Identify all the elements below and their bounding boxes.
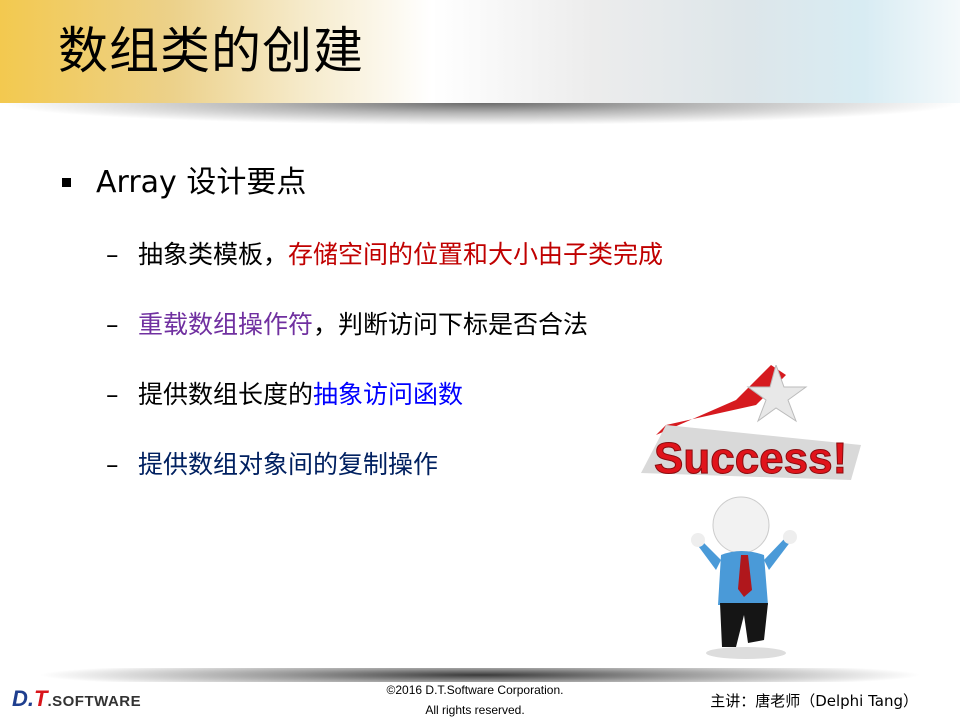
text-part-highlight: 存储空间的位置和大小由子类完成 (288, 240, 664, 269)
main-bullet: Array 设计要点 (96, 165, 307, 200)
lecturer-credit: 主讲：唐老师（Delphi Tang） (710, 692, 918, 710)
text-part: 抽象类模板， (138, 240, 289, 269)
sub-item-4: – 提供数组对象间的复制操作 (106, 448, 438, 482)
sub-item-3: – 提供数组长度的抽象访问函数 (106, 378, 463, 412)
header-divider (0, 103, 960, 125)
text-part-highlight: 重载数组操作符 (138, 310, 314, 339)
sub-item-1: – 抽象类模板，存储空间的位置和大小由子类完成 (106, 238, 663, 272)
dash: – (106, 450, 119, 479)
text-part-highlight: 提供数组对象间的复制操作 (138, 450, 439, 479)
dash: – (106, 310, 119, 339)
square-bullet-icon (62, 178, 71, 187)
success-figure-icon: Success! (641, 365, 861, 659)
text-part-highlight: 抽象访问函数 (313, 380, 464, 409)
copyright-line-2: All rights reserved. (425, 703, 525, 717)
slide-header: 数组类的创建 (0, 0, 960, 103)
copyright-line-1: ©2016 D.T.Software Corporation. (386, 683, 564, 697)
text-part: 提供数组长度的 (138, 380, 314, 409)
success-word: Success! (654, 434, 847, 483)
sub-item-2: – 重载数组操作符，判断访问下标是否合法 (106, 308, 588, 342)
dt-software-logo: D.T.SOFTWARE (12, 686, 142, 711)
copyright: ©2016 D.T.Software Corporation. All righ… (330, 680, 620, 720)
slide-title: 数组类的创建 (58, 22, 364, 80)
text-part: ，判断访问下标是否合法 (313, 310, 589, 339)
dash: – (106, 380, 119, 409)
dash: – (106, 240, 119, 269)
